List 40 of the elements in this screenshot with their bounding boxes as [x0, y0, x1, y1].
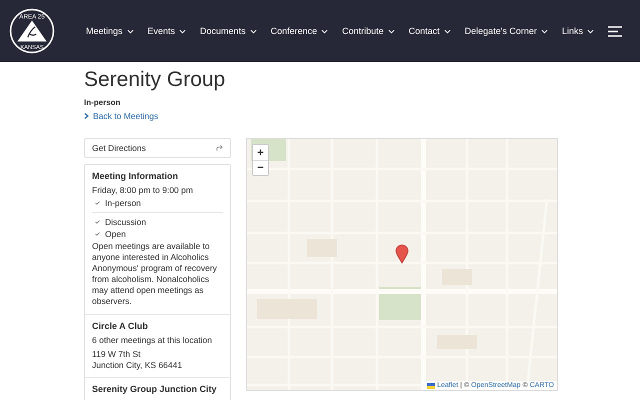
nav-link[interactable]: Documents	[200, 26, 257, 36]
chevron-icon	[444, 28, 451, 34]
address-line: Junction City, KS 66441	[92, 360, 184, 370]
meeting-type: Discussion	[105, 217, 146, 227]
check-icon	[95, 220, 100, 224]
nav-link[interactable]: Contact	[408, 26, 451, 36]
nav-link[interactable]: Conference	[270, 26, 328, 36]
nav-link[interactable]: Meetings	[86, 26, 134, 36]
page-title: Serenity Group	[84, 68, 226, 92]
chevron-icon	[126, 28, 134, 34]
nav-link[interactable]: Contribute	[342, 26, 395, 36]
chevron-icon	[388, 28, 395, 34]
back-link[interactable]: Back to Meetings	[84, 111, 158, 121]
chevron-icon	[586, 28, 594, 34]
chevron-icon	[84, 112, 89, 120]
check-icon	[95, 232, 100, 236]
type-description: Open meetings are available to anyone interested in Alcoholics Anonymous' program of recovery from alcoholism. Nonalcoholics may attend open meetings as observers.	[92, 241, 218, 307]
share-arrow-icon	[216, 145, 223, 151]
flag-icon	[427, 382, 436, 388]
attendance-label: In-person	[84, 98, 122, 107]
group-name: Serenity Group Junction City	[92, 384, 218, 394]
check-icon	[95, 201, 100, 205]
other-meetings-text: 6 other meetings at this location	[92, 335, 214, 345]
zoom-out-button[interactable]: −	[253, 160, 268, 175]
menu-icon[interactable]	[608, 26, 622, 36]
meeting-type: In-person	[105, 198, 141, 208]
nav-link[interactable]: Delegate's Corner	[464, 26, 548, 36]
chevron-icon	[321, 28, 328, 34]
section-heading: Meeting Information	[92, 171, 179, 181]
nav-link[interactable]: Events	[148, 26, 186, 36]
address-line: 119 W 7th St	[92, 349, 142, 360]
meeting-time: Friday, 8:00 pm to 9:00 pm	[92, 185, 194, 195]
directions-button[interactable]: Get Directions	[84, 138, 231, 158]
location-name: Circle A Club	[92, 321, 149, 331]
chevron-icon	[250, 28, 257, 34]
meeting-type: Open	[105, 229, 126, 239]
nav-link[interactable]: Links	[562, 26, 594, 36]
map-marker-icon	[395, 244, 409, 264]
chevron-icon	[179, 28, 186, 34]
chevron-icon	[540, 28, 548, 34]
